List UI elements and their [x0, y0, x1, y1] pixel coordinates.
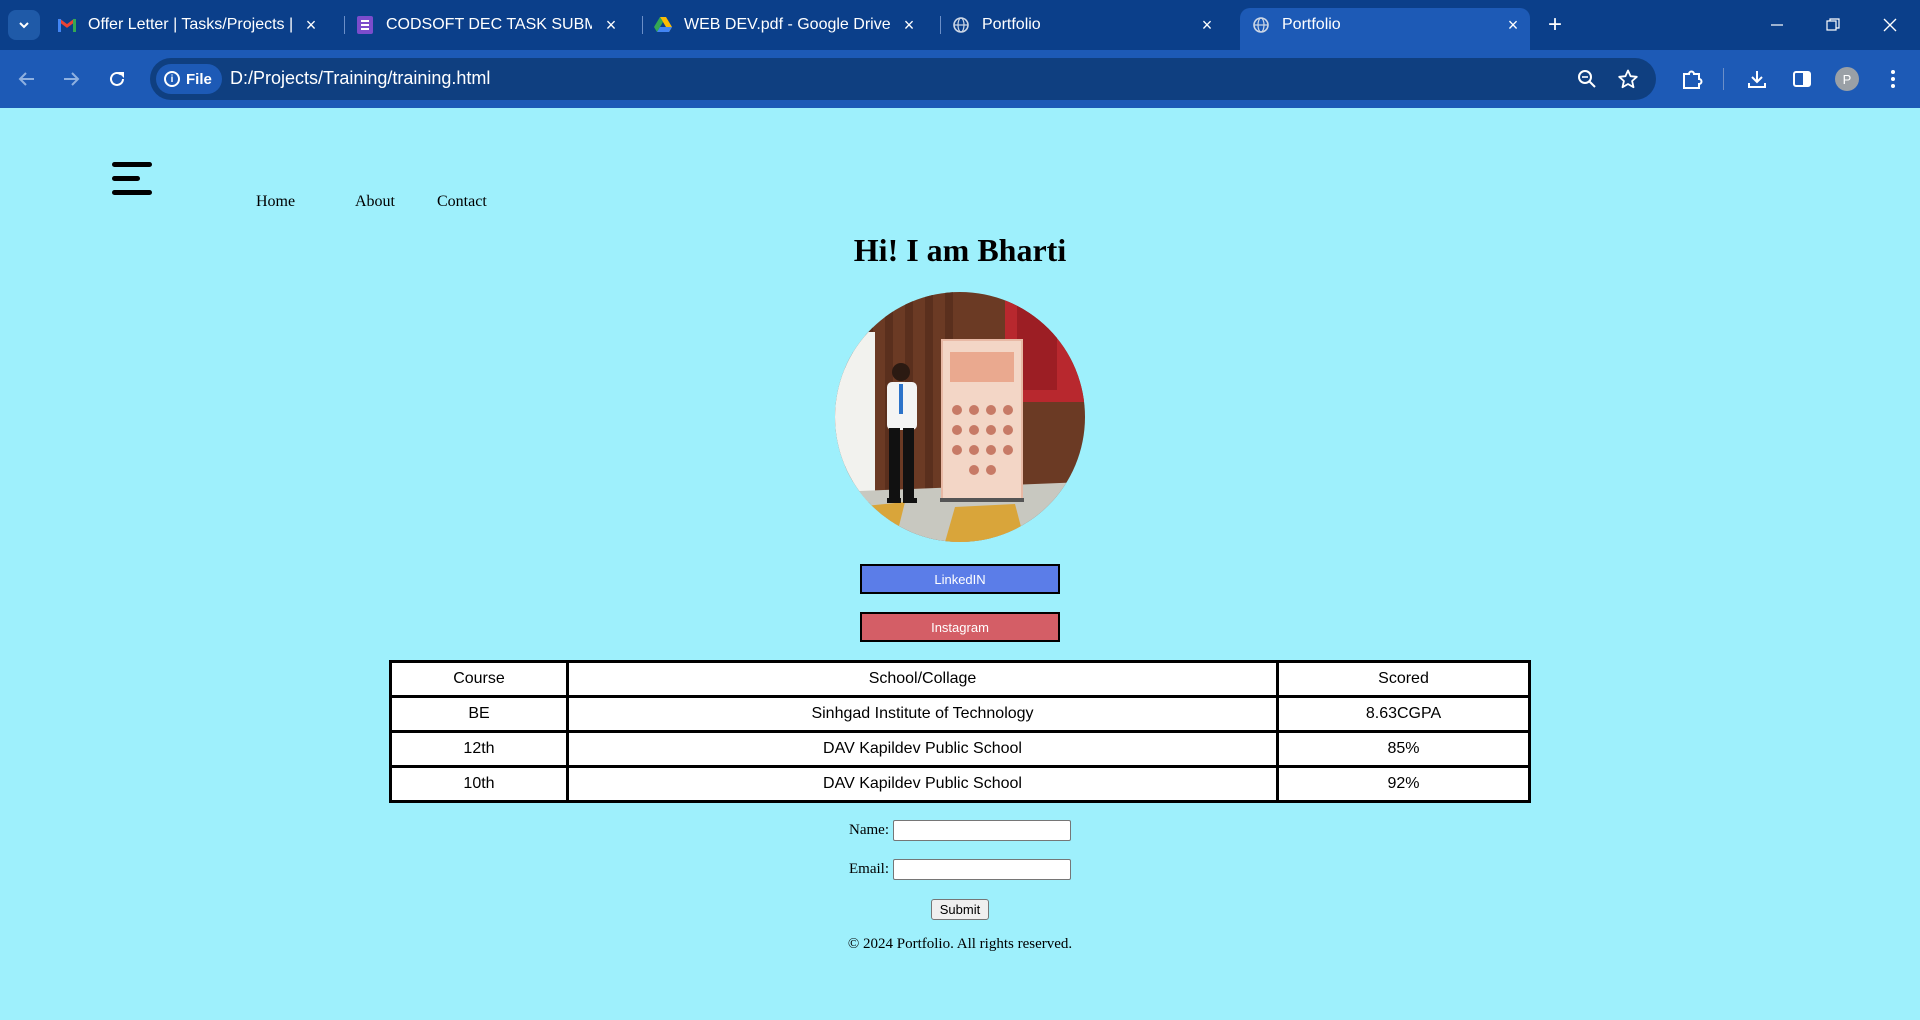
tab-portfolio[interactable]: Portfolio ×	[952, 8, 1224, 42]
tab-search-button[interactable]	[8, 10, 40, 40]
table-row: BE Sinhgad Institute of Technology 8.63C…	[389, 695, 1531, 733]
table-cell: 85%	[1276, 730, 1531, 768]
tab-divider	[642, 16, 643, 34]
table-row: 12th DAV Kapildev Public School 85%	[389, 730, 1531, 768]
reload-button[interactable]	[102, 64, 132, 94]
nav-link-contact[interactable]: Contact	[437, 193, 487, 211]
tab-divider	[940, 16, 941, 34]
forward-button[interactable]	[56, 64, 86, 94]
gmail-icon	[58, 16, 76, 34]
instagram-button[interactable]: Instagram	[860, 612, 1060, 642]
tab-title: WEB DEV.pdf - Google Drive	[684, 16, 891, 33]
linkedin-button[interactable]: LinkedIN	[860, 564, 1060, 594]
column-header: Scored	[1276, 660, 1531, 698]
table-cell: BE	[389, 695, 569, 733]
submit-button[interactable]: Submit	[931, 899, 989, 920]
table-header-row: Course School/Collage Scored	[389, 660, 1531, 698]
globe-icon	[1252, 16, 1270, 34]
close-icon[interactable]: ×	[1198, 15, 1216, 35]
close-icon[interactable]: ×	[302, 15, 320, 35]
puzzle-icon	[1683, 70, 1703, 89]
download-icon	[1748, 71, 1766, 88]
reload-icon	[110, 71, 124, 86]
table-cell: Sinhgad Institute of Technology	[566, 695, 1279, 733]
bookmark-star-icon[interactable]	[1617, 68, 1639, 90]
site-info-label: File	[186, 70, 212, 88]
browser-toolbar: i File D:/Projects/Training/training.htm…	[0, 50, 1920, 108]
tab-codsoft[interactable]: CODSOFT DEC TASK SUBMISSI ×	[356, 8, 628, 42]
forms-icon	[356, 16, 374, 34]
close-icon[interactable]: ×	[602, 15, 620, 35]
close-icon[interactable]: ×	[1504, 15, 1522, 35]
restore-button[interactable]	[1818, 12, 1848, 38]
globe-icon	[952, 16, 970, 34]
nav-link-home[interactable]: Home	[256, 193, 295, 211]
table-cell: 10th	[389, 765, 569, 803]
downloads-button[interactable]	[1742, 64, 1772, 94]
tab-drive[interactable]: WEB DEV.pdf - Google Drive ×	[654, 8, 926, 42]
side-panel-button[interactable]	[1787, 64, 1817, 94]
menu-button[interactable]	[1878, 64, 1908, 94]
nav-link-about[interactable]: About	[355, 193, 395, 211]
tab-portfolio-active[interactable]: Portfolio ×	[1240, 8, 1530, 50]
tab-gmail[interactable]: Offer Letter | Tasks/Projects | Co ×	[58, 8, 328, 42]
portfolio-page: Home About Contact Hi! I am Bharti Linke…	[0, 108, 1920, 1020]
email-label: Email:	[849, 861, 889, 877]
restore-icon	[1826, 18, 1840, 31]
chevron-down-icon	[19, 22, 29, 29]
new-tab-button[interactable]: +	[1542, 11, 1568, 38]
arrow-left-icon	[18, 72, 34, 86]
profile-avatar[interactable]: P	[1835, 67, 1859, 91]
side-panel-icon	[1793, 71, 1811, 87]
tab-title: Portfolio	[1282, 16, 1341, 33]
zoom-icon[interactable]	[1576, 68, 1598, 90]
table-row: 10th DAV Kapildev Public School 92%	[389, 765, 1531, 803]
name-row: Name:	[0, 820, 1920, 841]
tab-divider	[344, 16, 345, 34]
tab-title: Offer Letter | Tasks/Projects | Co	[88, 16, 296, 33]
drive-icon	[654, 16, 672, 34]
name-input[interactable]	[892, 820, 1071, 841]
minimize-icon	[1771, 24, 1783, 26]
table-cell: 92%	[1276, 765, 1531, 803]
url-text[interactable]: D:/Projects/Training/training.html	[230, 68, 490, 89]
column-header: Course	[389, 660, 569, 698]
site-info-chip[interactable]: i File	[156, 64, 222, 94]
toolbar-divider	[1723, 68, 1724, 90]
address-bar[interactable]: i File D:/Projects/Training/training.htm…	[150, 58, 1656, 100]
hamburger-menu-icon[interactable]	[112, 162, 152, 196]
minimize-button[interactable]	[1762, 12, 1792, 38]
back-button[interactable]	[12, 64, 42, 94]
close-icon	[1883, 18, 1897, 32]
email-row: Email:	[0, 859, 1920, 880]
table-cell: DAV Kapildev Public School	[566, 765, 1279, 803]
tab-title: CODSOFT DEC TASK SUBMISSI	[386, 16, 592, 33]
footer-text: © 2024 Portfolio. All rights reserved.	[847, 936, 1073, 952]
name-label: Name:	[849, 822, 889, 838]
table-cell: 8.63CGPA	[1276, 695, 1531, 733]
extensions-button[interactable]	[1677, 64, 1707, 94]
column-header: School/Collage	[566, 660, 1279, 698]
page-heading: Hi! I am Bharti	[853, 232, 1067, 268]
close-icon[interactable]: ×	[900, 15, 918, 35]
table-cell: DAV Kapildev Public School	[566, 730, 1279, 768]
table-cell: 12th	[389, 730, 569, 768]
tab-title: Portfolio	[982, 16, 1041, 33]
close-window-button[interactable]	[1875, 12, 1905, 38]
education-table: Course School/Collage Scored BE Sinhgad …	[389, 660, 1531, 803]
arrow-right-icon	[64, 72, 80, 86]
email-input[interactable]	[893, 859, 1071, 880]
profile-photo	[835, 292, 1085, 542]
more-vert-icon	[1891, 70, 1895, 88]
info-icon: i	[164, 71, 180, 87]
tab-strip: Offer Letter | Tasks/Projects | Co × COD…	[0, 0, 1920, 50]
